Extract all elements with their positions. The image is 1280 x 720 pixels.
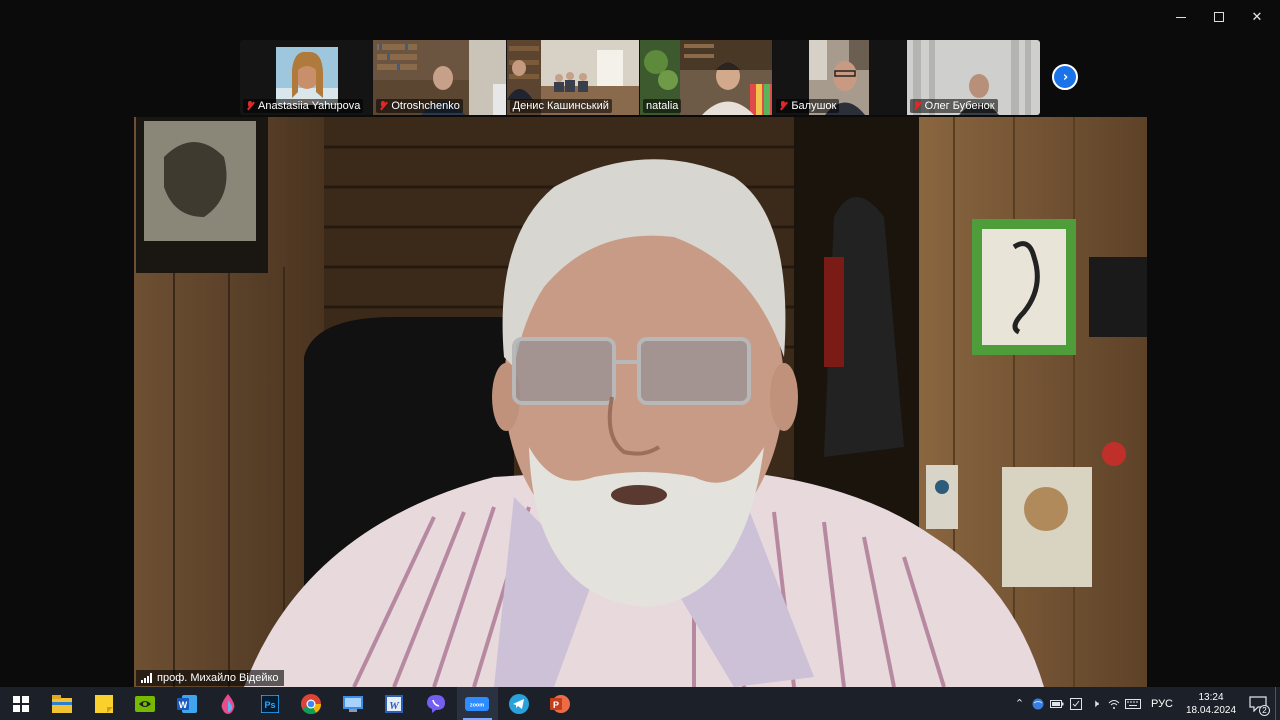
speaker-name-tag: проф. Михайло Відейко: [136, 670, 284, 686]
svg-text:P: P: [553, 700, 559, 710]
participant-name-tag: Денис Кашинський: [509, 99, 612, 113]
participant-tile[interactable]: Otroshchenko: [373, 40, 507, 115]
notification-center-button[interactable]: 2: [1241, 687, 1275, 720]
windows-start-icon: [12, 695, 29, 712]
telegram-icon: [508, 693, 529, 714]
taskbar-app-viber[interactable]: [415, 687, 457, 720]
svg-text:zoom: zoom: [470, 702, 484, 708]
clock-time: 13:24: [1198, 691, 1224, 703]
zoom-icon: zoom: [465, 696, 490, 711]
nvidia-icon: [135, 695, 156, 712]
taskbar-app-wordpad[interactable]: W: [374, 687, 416, 720]
next-participants-button[interactable]: ›: [1052, 64, 1078, 90]
taskbar: W Ps W zoom P ⌃ 🕨 РУС 13:24 18.04.2024 2: [0, 687, 1280, 720]
participant-name-tag: Олег Бубенок: [909, 99, 998, 113]
security-icon-button[interactable]: [1067, 687, 1086, 720]
restore-icon: [1214, 12, 1224, 22]
active-speaker-video: проф. Михайло Відейко: [134, 117, 1147, 687]
close-button[interactable]: ✕: [1238, 0, 1276, 34]
taskbar-app-remote-desktop[interactable]: [332, 687, 374, 720]
clock[interactable]: 13:24 18.04.2024: [1181, 691, 1241, 717]
participant-name-tag: natalia: [642, 99, 682, 113]
word-icon: W: [176, 694, 197, 713]
participant-tile[interactable]: natalia: [639, 40, 774, 115]
taskbar-app-color-drop[interactable]: [208, 687, 250, 720]
participant-name: Балушок: [791, 100, 837, 112]
wifi-icon: [1109, 699, 1120, 709]
taskbar-app-sticky-notes[interactable]: [83, 687, 125, 720]
restore-button[interactable]: [1200, 0, 1238, 34]
mic-muted-icon: [246, 101, 255, 111]
speaker-name: проф. Михайло Відейко: [157, 672, 279, 684]
keyboard-icon: [1125, 698, 1142, 709]
chevron-up-icon: ⌃: [1014, 697, 1025, 710]
svg-text:W: W: [179, 700, 188, 710]
participant-name: Otroshchenko: [391, 100, 460, 112]
file-explorer-icon: [52, 694, 73, 713]
taskbar-app-photoshop[interactable]: Ps: [249, 687, 291, 720]
taskbar-app-file-explorer[interactable]: [42, 687, 84, 720]
taskbar-app-chrome[interactable]: [291, 687, 333, 720]
battery-icon-button[interactable]: [1048, 687, 1067, 720]
input-language-indicator[interactable]: РУС: [1143, 698, 1181, 710]
remote-desktop-icon: [342, 695, 363, 712]
volume-button[interactable]: 🕨: [1086, 687, 1105, 720]
wordpad-icon: W: [385, 694, 404, 713]
network-button[interactable]: [1105, 687, 1124, 720]
participant-name-tag: Балушок: [776, 99, 840, 113]
close-icon: ✕: [1251, 9, 1263, 25]
system-tray: ⌃ 🕨 РУС 13:24 18.04.2024 2: [1010, 687, 1280, 720]
taskbar-app-zoom[interactable]: zoom: [456, 687, 498, 720]
minimize-icon: [1176, 16, 1186, 18]
keyboard-button[interactable]: [1124, 687, 1143, 720]
mic-muted-icon: [779, 101, 788, 111]
volume-muted-icon: 🕨: [1092, 696, 1099, 710]
svg-text:Ps: Ps: [264, 700, 275, 710]
minimize-button[interactable]: [1162, 0, 1200, 34]
taskbar-app-powerpoint[interactable]: P: [540, 687, 582, 720]
participant-tile[interactable]: Олег Бубенок: [906, 40, 1040, 115]
participant-tile[interactable]: Anastasiia Yahupova: [240, 40, 374, 115]
shield-icon: [1070, 697, 1083, 710]
battery-icon: [1050, 699, 1064, 708]
taskbar-app-nvidia[interactable]: [125, 687, 167, 720]
chevron-right-icon: ›: [1062, 69, 1069, 85]
window-controls: ✕: [1162, 0, 1280, 34]
powerpoint-icon: P: [550, 694, 571, 713]
notification-count: 2: [1259, 705, 1270, 716]
chrome-icon: [301, 693, 322, 714]
photoshop-icon: Ps: [260, 694, 279, 713]
viber-icon: [426, 694, 445, 713]
participant-name-tag: Anastasiia Yahupova: [243, 99, 364, 113]
globe-icon: [1032, 698, 1044, 709]
speaker-video-frame: [134, 117, 1147, 687]
participant-name: natalia: [645, 100, 679, 112]
taskbar-app-telegram[interactable]: [498, 687, 540, 720]
participant-name: Anastasiia Yahupova: [258, 100, 361, 112]
start-button[interactable]: [0, 687, 42, 720]
sticky-notes-icon: [94, 694, 113, 713]
show-hidden-icons-button[interactable]: ⌃: [1010, 687, 1029, 720]
mic-muted-icon: [379, 101, 388, 111]
tray-app-icon[interactable]: [1029, 687, 1048, 720]
clock-date: 18.04.2024: [1185, 704, 1237, 716]
signal-strength-icon: [141, 673, 152, 683]
participant-name: Денис Кашинський: [512, 100, 609, 112]
svg-text:W: W: [389, 700, 400, 712]
mic-muted-icon: [913, 101, 922, 111]
participant-name-tag: Otroshchenko: [376, 99, 463, 113]
participant-tile[interactable]: Балушок: [773, 40, 907, 115]
show-desktop-button[interactable]: [1275, 687, 1280, 720]
taskbar-app-word[interactable]: W: [166, 687, 208, 720]
participant-name: Олег Бубенок: [924, 100, 995, 112]
color-drop-icon: [221, 693, 235, 714]
participant-tile[interactable]: Денис Кашинський: [506, 40, 640, 115]
participant-strip: Anastasiia Yahupova Otroshchenko Денис К…: [240, 40, 1040, 115]
